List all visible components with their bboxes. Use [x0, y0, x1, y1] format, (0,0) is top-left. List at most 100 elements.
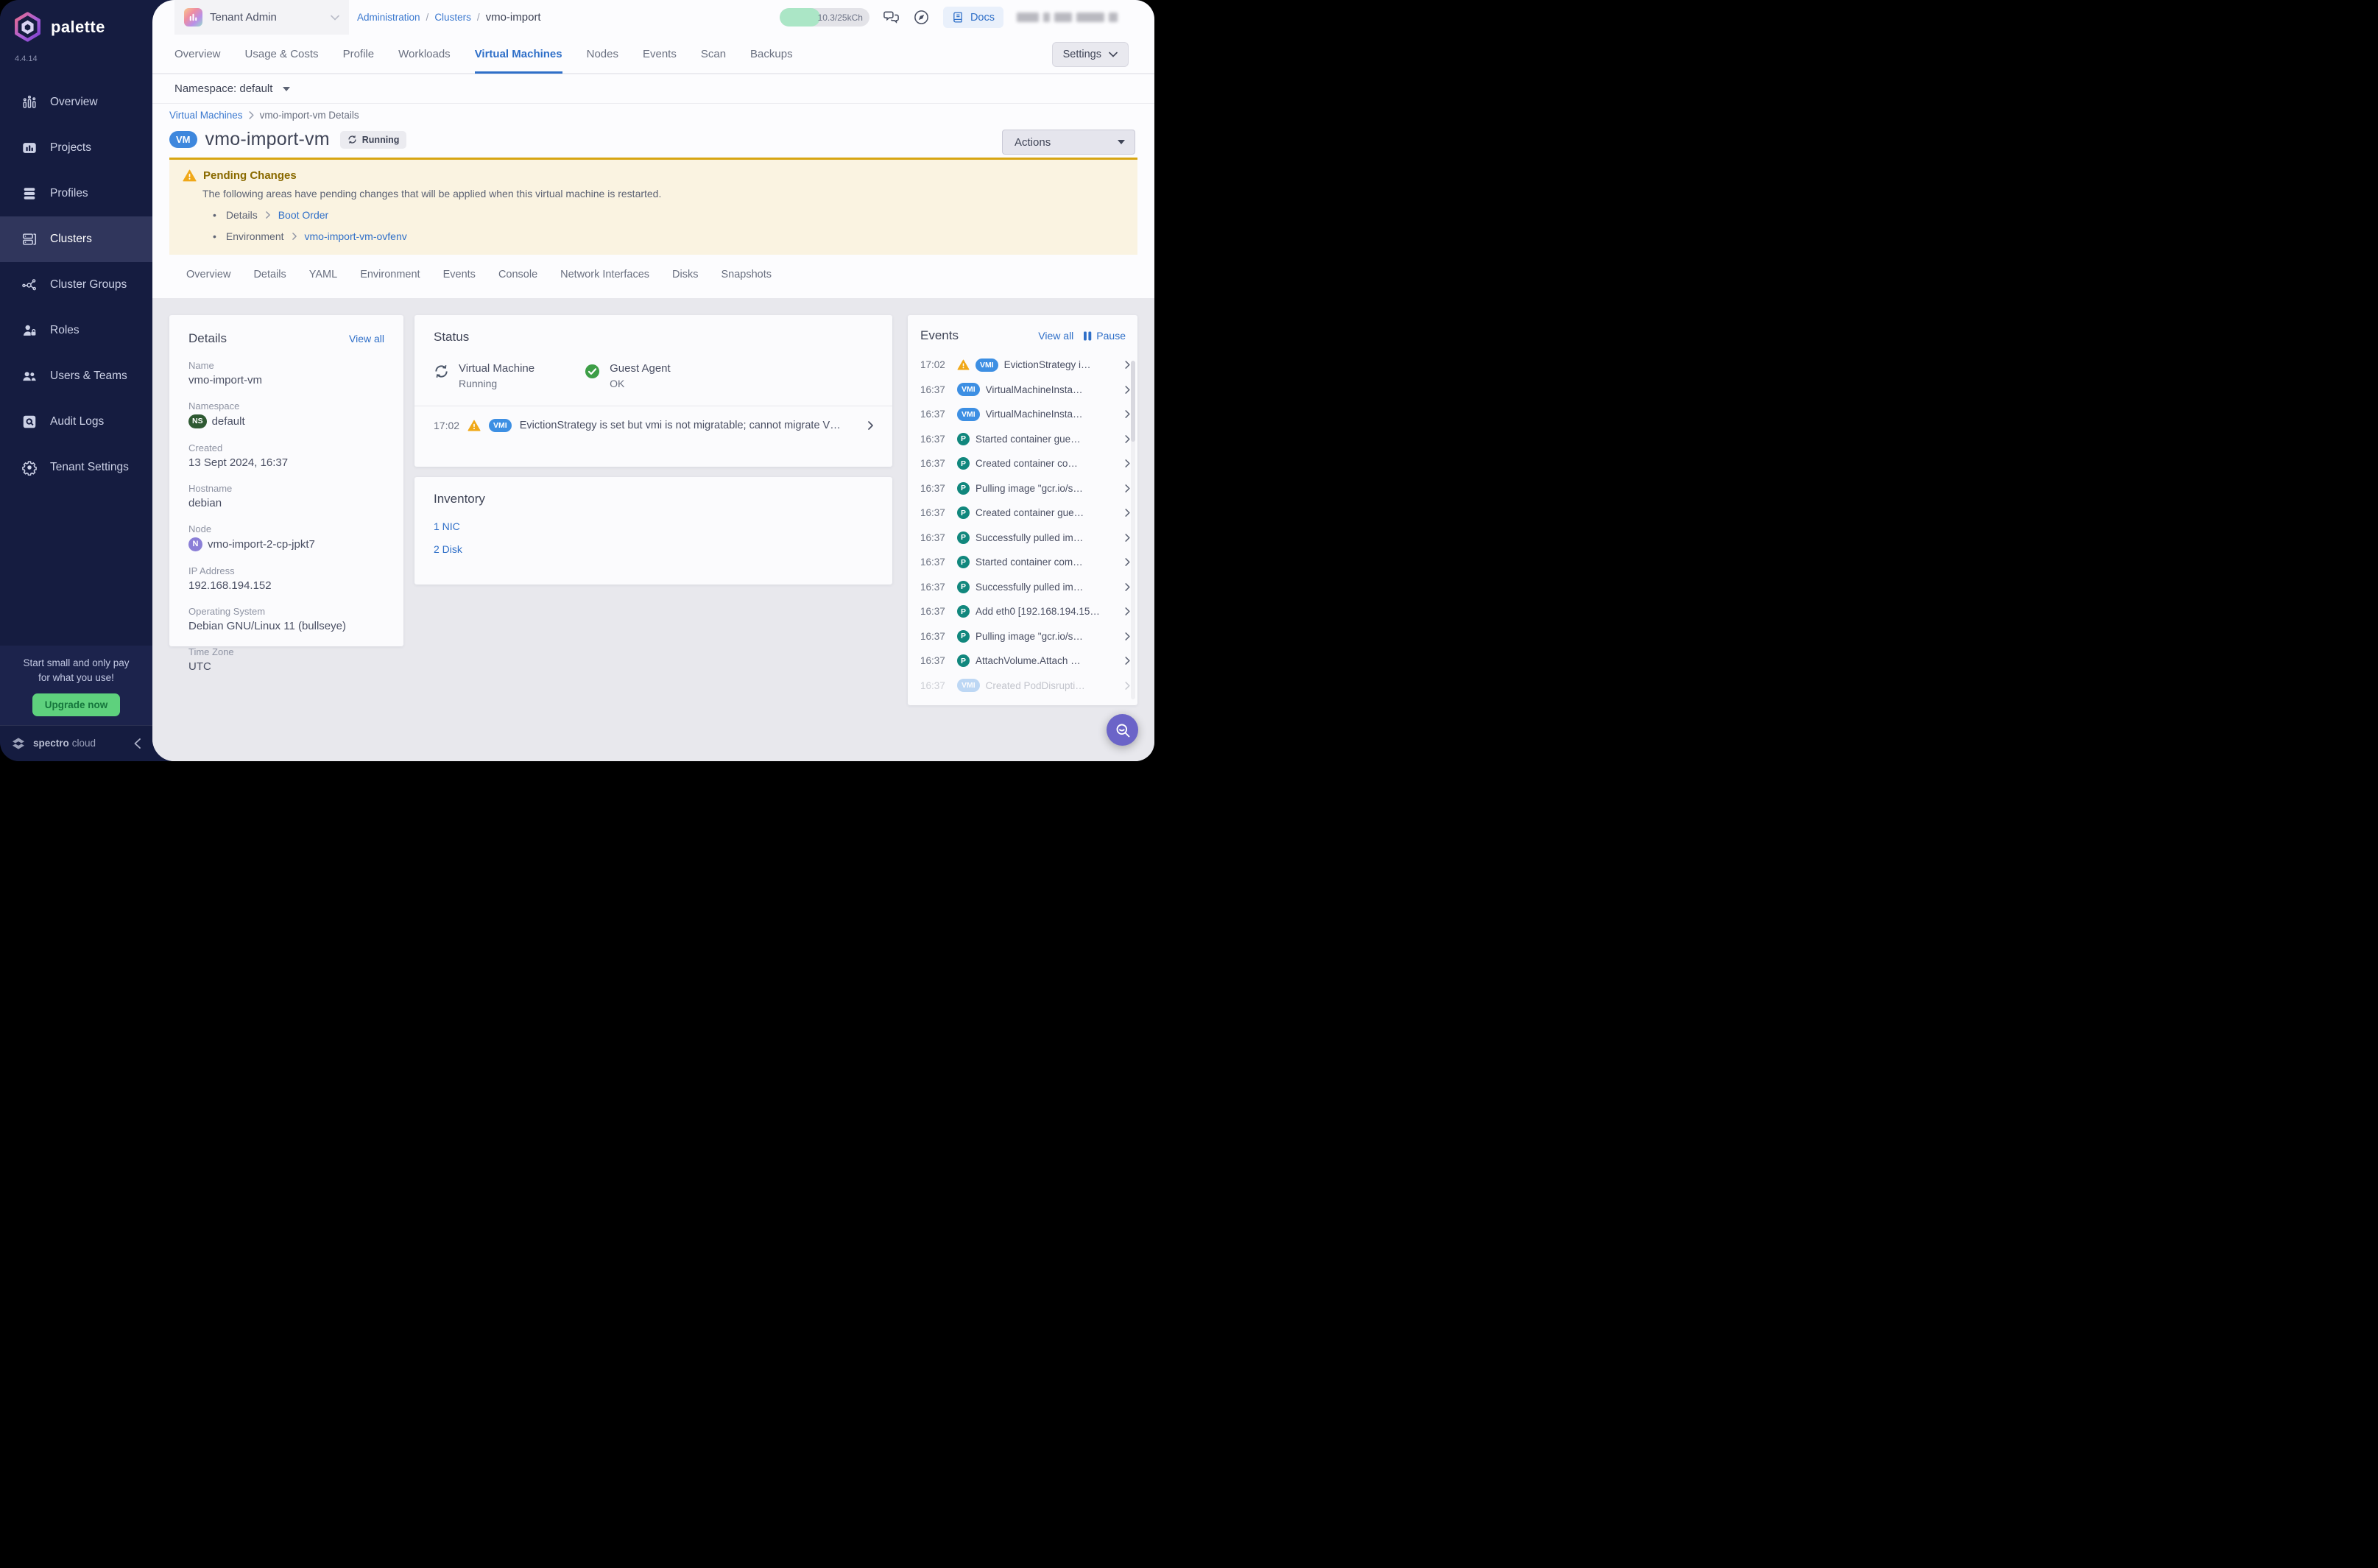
chevron-right-icon [1125, 361, 1130, 369]
sidebar-item-clusters[interactable]: Clusters [0, 216, 152, 262]
tab-workloads[interactable]: Workloads [398, 35, 451, 74]
vm-breadcrumb: Virtual Machines vmo-import-vm Details [169, 110, 1137, 121]
nic-link[interactable]: 1 NIC [434, 520, 873, 532]
sidebar-item-roles[interactable]: Roles [0, 308, 152, 353]
app-window: palette 4.4.14 Overview Projects Profile… [0, 0, 1154, 761]
event-row[interactable]: 16:37 P Started container com… [920, 550, 1130, 575]
event-time: 16:37 [920, 434, 951, 445]
event-row[interactable]: 16:37 P Created container co… [920, 451, 1130, 476]
status-card-title: Status [434, 330, 469, 345]
tab-backups[interactable]: Backups [750, 35, 793, 74]
settings-button[interactable]: Settings [1052, 42, 1129, 67]
sidebar-item-tenant-settings[interactable]: Tenant Settings [0, 445, 152, 490]
event-time: 16:37 [920, 606, 951, 617]
usage-meter-fill [780, 8, 820, 27]
chevron-right-icon [292, 233, 297, 240]
warning-icon [468, 420, 481, 431]
boot-order-link[interactable]: Boot Order [278, 209, 328, 221]
subtab-overview[interactable]: Overview [186, 269, 230, 280]
breadcrumb-clusters[interactable]: Clusters [434, 12, 471, 23]
refresh-icon [347, 135, 357, 144]
event-row[interactable]: 16:37 P Started container gue… [920, 427, 1130, 452]
event-message: AttachVolume.Attach … [975, 655, 1119, 666]
sidebar-item-label: Roles [50, 324, 80, 337]
resource-badge: N [188, 537, 202, 551]
chevron-down-icon [1109, 52, 1118, 57]
subtab-environment[interactable]: Environment [360, 269, 420, 280]
tab-scan[interactable]: Scan [701, 35, 726, 74]
disk-link[interactable]: 2 Disk [434, 543, 873, 555]
detail-field-node: Node N vmo-import-2-cp-jpkt7 [188, 523, 384, 551]
sidebar-item-projects[interactable]: Projects [0, 125, 152, 171]
pause-events-button[interactable]: Pause [1084, 330, 1126, 342]
breadcrumb-administration[interactable]: Administration [357, 12, 420, 23]
tab-nodes[interactable]: Nodes [587, 35, 618, 74]
sidebar-item-icon [21, 277, 38, 293]
docs-button[interactable]: Docs [943, 7, 1003, 28]
event-row[interactable]: 16:37 P Pulling image "gcr.io/s… [920, 476, 1130, 501]
event-row[interactable]: 16:37 P AttachVolume.Attach … [920, 649, 1130, 674]
chevron-right-icon [1125, 682, 1130, 690]
subtab-yaml[interactable]: YAML [309, 269, 337, 280]
app-version: 4.4.14 [0, 43, 152, 63]
redacted-user-info [1017, 13, 1118, 22]
tab-overview[interactable]: Overview [174, 35, 221, 74]
event-row[interactable]: 16:37 P Add eth0 [192.168.194.15… [920, 599, 1130, 624]
sidebar-item-users-teams[interactable]: Users & Teams [0, 353, 152, 399]
event-source-badge: P [957, 605, 970, 618]
event-row[interactable]: 16:37 P Successfully pulled im… [920, 526, 1130, 551]
event-message: VirtualMachineInsta… [986, 409, 1119, 420]
breadcrumb-virtual-machines[interactable]: Virtual Machines [169, 110, 243, 121]
event-row[interactable]: 16:37 P Pulling image "gcr.io/s… [920, 624, 1130, 649]
spotlight-search-button[interactable] [1107, 714, 1138, 746]
upgrade-now-button[interactable]: Upgrade now [32, 693, 121, 716]
events-scrollbar-thumb[interactable] [1131, 361, 1135, 442]
collapse-sidebar-icon[interactable] [134, 738, 141, 749]
tenant-scope-selector[interactable]: Tenant Admin [174, 0, 349, 35]
sidebar-item-audit-logs[interactable]: Audit Logs [0, 399, 152, 445]
caret-down-icon [1118, 140, 1125, 144]
status-icon [585, 364, 600, 379]
vm-subtab-bar: Overview Details YAML Environment Events… [169, 255, 1137, 280]
pending-item-details: Details Boot Order [213, 209, 1124, 221]
subtab-events[interactable]: Events [443, 269, 476, 280]
actions-dropdown[interactable]: Actions [1002, 130, 1135, 155]
event-row[interactable]: 17:02 VMI EvictionStrategy i… [920, 353, 1130, 378]
subtab-disks[interactable]: Disks [672, 269, 698, 280]
event-source-badge: P [957, 654, 970, 667]
events-card-title: Events [920, 328, 959, 343]
event-row[interactable]: 16:37 P Successfully pulled im… [920, 575, 1130, 600]
compass-icon[interactable] [913, 9, 930, 26]
subtab-details[interactable]: Details [253, 269, 286, 280]
details-view-all-link[interactable]: View all [349, 333, 384, 345]
event-row[interactable]: 16:37 P Created container gue… [920, 501, 1130, 526]
detail-field-ip-address: IP Address 192.168.194.152 [188, 565, 384, 592]
chat-icon[interactable] [883, 9, 900, 26]
detail-field-name: Name vmo-import-vm [188, 360, 384, 386]
chevron-right-icon [1125, 410, 1130, 418]
event-row[interactable]: 16:37 VMI VirtualMachineInsta… [920, 402, 1130, 427]
event-time: 16:37 [920, 409, 951, 420]
tab-events[interactable]: Events [643, 35, 677, 74]
events-view-all-link[interactable]: View all [1038, 330, 1073, 342]
subtab-network-interfaces[interactable]: Network Interfaces [560, 269, 649, 280]
event-row[interactable]: 16:37 VMI Created PodDisrupti… [920, 674, 1130, 699]
sidebar-item-cluster-groups[interactable]: Cluster Groups [0, 262, 152, 308]
palette-logo-icon [12, 11, 43, 43]
detail-field-label: Namespace [188, 400, 384, 412]
ovfenv-link[interactable]: vmo-import-vm-ovfenv [305, 230, 407, 242]
tab-profile[interactable]: Profile [343, 35, 375, 74]
details-card: Details View all Name vmo-import-vm [169, 315, 403, 646]
event-row[interactable]: 16:37 VMI VirtualMachineInsta… [920, 378, 1130, 403]
sidebar-item-overview[interactable]: Overview [0, 80, 152, 125]
chevron-right-icon [1125, 534, 1130, 542]
subtab-snapshots[interactable]: Snapshots [721, 269, 772, 280]
tab-usage-costs[interactable]: Usage & Costs [245, 35, 319, 74]
status-warning-row[interactable]: 17:02 VMI EvictionStrategy is set but vm… [434, 406, 873, 432]
namespace-selector[interactable]: Namespace: default [152, 74, 1154, 103]
sidebar-item-profiles[interactable]: Profiles [0, 171, 152, 216]
tab-virtual-machines[interactable]: Virtual Machines [475, 35, 562, 74]
subtab-console[interactable]: Console [498, 269, 537, 280]
pending-changes-banner: Pending Changes The following areas have… [169, 158, 1137, 255]
detail-field-hostname: Hostname debian [188, 483, 384, 509]
